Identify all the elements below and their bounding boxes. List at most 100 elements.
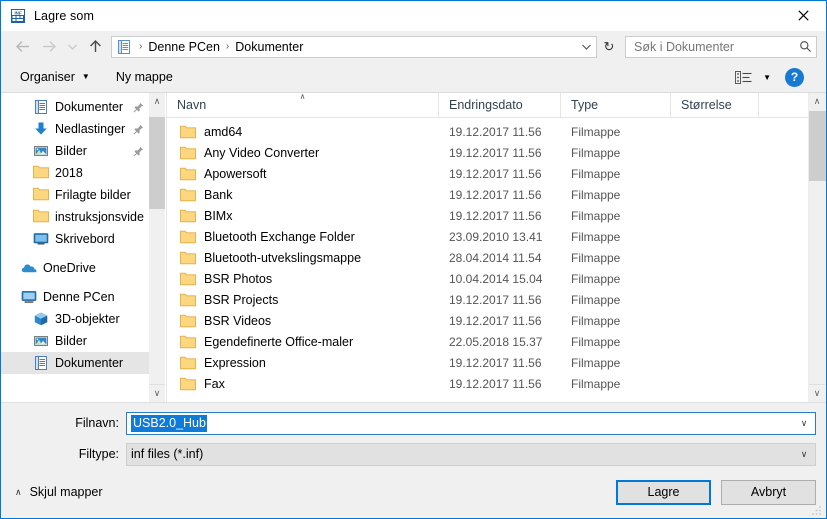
column-header-label: Størrelse bbox=[681, 98, 732, 112]
sidebar-item-label: Nedlastinger bbox=[55, 122, 126, 136]
cell-name: Egendefinerte Office-maler bbox=[167, 335, 439, 349]
search-box[interactable]: Søk i Dokumenter bbox=[625, 35, 817, 58]
scroll-up-icon[interactable]: ∧ bbox=[809, 93, 825, 110]
sidebar-item-bilder[interactable]: Bilder bbox=[1, 330, 149, 352]
column-header-date[interactable]: Endringsdato bbox=[439, 93, 561, 117]
pin-icon bbox=[133, 146, 144, 157]
cell-date-text: 19.12.2017 11.56 bbox=[449, 292, 542, 307]
hide-folders-toggle[interactable]: ∧ Skjul mapper bbox=[15, 485, 103, 499]
file-list-scrollbar[interactable]: ∧ ∨ bbox=[808, 93, 826, 402]
sidebar-item-frilagte-bilder[interactable]: Frilagte bilder bbox=[1, 184, 149, 206]
table-row[interactable]: Any Video Converter 19.12.2017 11.56 Filma… bbox=[167, 142, 826, 163]
3d-objects-icon bbox=[33, 311, 49, 327]
cell-type: Filmappe bbox=[561, 209, 671, 223]
pin-icon[interactable] bbox=[133, 146, 144, 157]
column-header-size[interactable]: Størrelse bbox=[671, 93, 759, 117]
table-row[interactable]: Bluetooth-utvekslingsmappe 28.04.2014 11.… bbox=[167, 247, 826, 268]
cell-date: 19.12.2017 11.56 bbox=[439, 314, 561, 328]
recent-locations-button[interactable] bbox=[62, 35, 82, 59]
table-row[interactable]: Bluetooth Exchange Folder 23.09.2010 13.4… bbox=[167, 226, 826, 247]
table-row[interactable]: BSR Videos 19.12.2017 11.56 Filmappe bbox=[167, 310, 826, 331]
navigation-tree: Dokumenter Nedlastinger Bilder 2018 Frilagte… bbox=[1, 93, 149, 374]
cell-date: 23.09.2010 13.41 bbox=[439, 230, 561, 244]
title-bar: INF Lagre som bbox=[1, 1, 826, 31]
filetype-dropdown-icon[interactable]: ∨ bbox=[793, 449, 815, 460]
sidebar-item-3d-objekter[interactable]: 3D-objekter bbox=[1, 308, 149, 330]
scrollbar-thumb[interactable] bbox=[149, 117, 165, 209]
cell-date-text: 19.12.2017 11.56 bbox=[449, 124, 542, 139]
cancel-button[interactable]: Avbryt bbox=[721, 479, 816, 505]
forward-button[interactable] bbox=[36, 35, 62, 59]
sidebar-item-instruksjonsvide[interactable]: instruksjonsvide bbox=[1, 206, 149, 228]
column-header-type[interactable]: Type bbox=[561, 93, 671, 117]
scroll-up-icon[interactable]: ∧ bbox=[149, 93, 165, 110]
table-row[interactable]: Bank 19.12.2017 11.56 Filmappe bbox=[167, 184, 826, 205]
sidebar-item-onedrive[interactable]: OneDrive bbox=[1, 257, 149, 279]
help-button[interactable]: ? bbox=[785, 67, 804, 87]
sidebar-item-nedlastinger[interactable]: Nedlastinger bbox=[1, 118, 149, 140]
table-row[interactable]: Apowersoft 19.12.2017 11.56 Filmappe bbox=[167, 163, 826, 184]
filetype-value: inf files (*.inf) bbox=[131, 447, 204, 461]
sidebar-item-bilder[interactable]: Bilder bbox=[1, 140, 149, 162]
table-row[interactable]: BSR Photos 10.04.2014 15.04 Filmappe bbox=[167, 268, 826, 289]
file-name: amd64 bbox=[204, 124, 243, 139]
table-row[interactable]: Egendefinerte Office-maler 22.05.2018 15.… bbox=[167, 331, 826, 352]
resize-grip[interactable] bbox=[811, 504, 823, 516]
up-button[interactable] bbox=[82, 35, 108, 59]
view-dropdown-button[interactable]: ▼ bbox=[763, 73, 771, 82]
organize-button[interactable]: Organiser ▼ bbox=[13, 67, 97, 87]
cell-type: Filmappe bbox=[561, 314, 671, 328]
sidebar-item-2018[interactable]: 2018 bbox=[1, 162, 149, 184]
new-folder-button[interactable]: Ny mappe bbox=[109, 67, 180, 87]
search-input[interactable]: Søk i Dokumenter bbox=[626, 40, 794, 54]
back-button[interactable] bbox=[10, 35, 36, 59]
sidebar-item-skrivebord[interactable]: Skrivebord bbox=[1, 228, 149, 250]
cell-type-text: Filmappe bbox=[571, 292, 621, 307]
cell-name: Bluetooth Exchange Folder bbox=[167, 230, 439, 244]
cell-type: Filmappe bbox=[561, 356, 671, 370]
table-row[interactable]: BIMx 19.12.2017 11.56 Filmappe bbox=[167, 205, 826, 226]
cell-date: 19.12.2017 11.56 bbox=[439, 146, 561, 160]
scrollbar-thumb[interactable] bbox=[809, 111, 826, 181]
scroll-down-icon[interactable]: ∨ bbox=[809, 384, 825, 402]
sidebar-item-dokumenter[interactable]: Dokumenter bbox=[1, 352, 149, 374]
file-name: BSR Projects bbox=[204, 292, 279, 307]
sidebar-item-dokumenter[interactable]: Dokumenter bbox=[1, 96, 149, 118]
folder-icon bbox=[33, 187, 49, 203]
address-dropdown-button[interactable] bbox=[576, 37, 596, 57]
pin-icon[interactable] bbox=[133, 102, 144, 113]
cell-date-text: 19.12.2017 11.56 bbox=[449, 166, 542, 181]
column-header-name[interactable]: ∧ Navn bbox=[167, 93, 439, 117]
sidebar-item-label: OneDrive bbox=[43, 261, 96, 275]
breadcrumb-item-0[interactable]: Denne PCen bbox=[145, 40, 223, 54]
close-button[interactable] bbox=[780, 1, 826, 30]
cell-date: 19.12.2017 11.56 bbox=[439, 209, 561, 223]
sidebar-item-label: Dokumenter bbox=[55, 100, 124, 114]
pin-icon[interactable] bbox=[133, 124, 144, 135]
filename-value[interactable]: USB2.0_Hub bbox=[127, 415, 207, 432]
cell-name: BIMx bbox=[167, 209, 439, 223]
list-view-icon[interactable] bbox=[733, 68, 753, 86]
table-row[interactable]: Fax 19.12.2017 11.56 Filmappe bbox=[167, 373, 826, 394]
sidebar-item-denne-pcen[interactable]: Denne PCen bbox=[1, 286, 149, 308]
navigation-pane-scrollbar[interactable]: ∧ ∨ bbox=[149, 93, 165, 402]
breadcrumb-item-1[interactable]: Dokumenter bbox=[232, 40, 306, 54]
table-row[interactable]: amd64 19.12.2017 11.56 Filmappe bbox=[167, 121, 826, 142]
downloads-icon bbox=[33, 121, 49, 137]
pin-icon bbox=[133, 102, 144, 113]
scroll-down-icon[interactable]: ∨ bbox=[149, 384, 165, 402]
filename-input[interactable]: USB2.0_Hub ∨ bbox=[126, 411, 816, 435]
filename-dropdown-icon[interactable]: ∨ bbox=[793, 418, 815, 429]
table-row[interactable]: Expression 19.12.2017 11.56 Filmappe bbox=[167, 352, 826, 373]
save-button[interactable]: Lagre bbox=[616, 479, 711, 505]
address-bar[interactable]: › Denne PCen › Dokumenter bbox=[111, 35, 597, 58]
refresh-button[interactable]: ↻ bbox=[597, 36, 621, 58]
cell-type-text: Filmappe bbox=[571, 334, 621, 349]
cell-date: 19.12.2017 11.56 bbox=[439, 167, 561, 181]
folder-icon bbox=[180, 146, 196, 160]
filetype-select[interactable]: inf files (*.inf) ∨ bbox=[126, 442, 816, 466]
folder-icon bbox=[180, 230, 196, 244]
table-row[interactable]: BSR Projects 19.12.2017 11.56 Filmappe bbox=[167, 289, 826, 310]
cell-date-text: 19.12.2017 11.56 bbox=[449, 355, 542, 370]
navigation-pane: Dokumenter Nedlastinger Bilder 2018 Frilagte… bbox=[1, 93, 167, 402]
